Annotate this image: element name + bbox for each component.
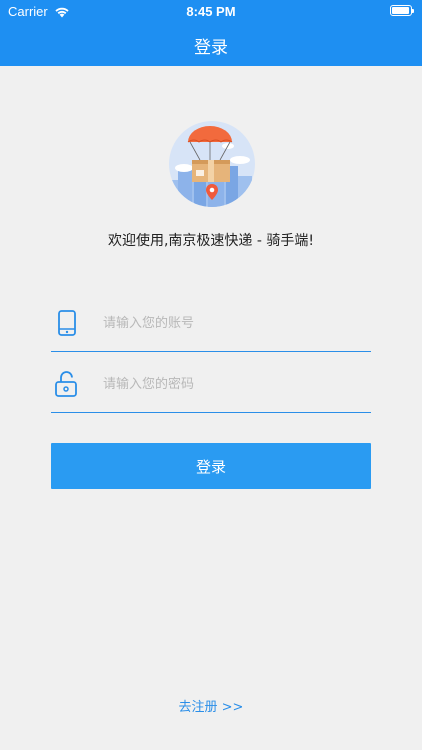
status-bar: Carrier 8:45 PM — [0, 0, 422, 22]
login-button[interactable]: 登录 — [51, 443, 371, 489]
account-input[interactable] — [103, 310, 363, 336]
status-time: 8:45 PM — [186, 4, 236, 19]
account-field[interactable] — [51, 305, 371, 352]
page-title: 登录 — [194, 38, 228, 58]
battery-icon — [390, 5, 414, 16]
phone-icon — [58, 310, 76, 336]
lock-icon — [55, 371, 77, 397]
password-input[interactable] — [103, 371, 363, 397]
welcome-text: 欢迎使用,南京极速快递 - 骑手端! — [107, 233, 314, 249]
parachute-package-illustration — [169, 121, 255, 207]
top-bar: Carrier 8:45 PM 登录 — [0, 0, 422, 66]
password-field[interactable] — [51, 366, 371, 413]
register-link[interactable]: 去注册 >> — [0, 696, 422, 715]
